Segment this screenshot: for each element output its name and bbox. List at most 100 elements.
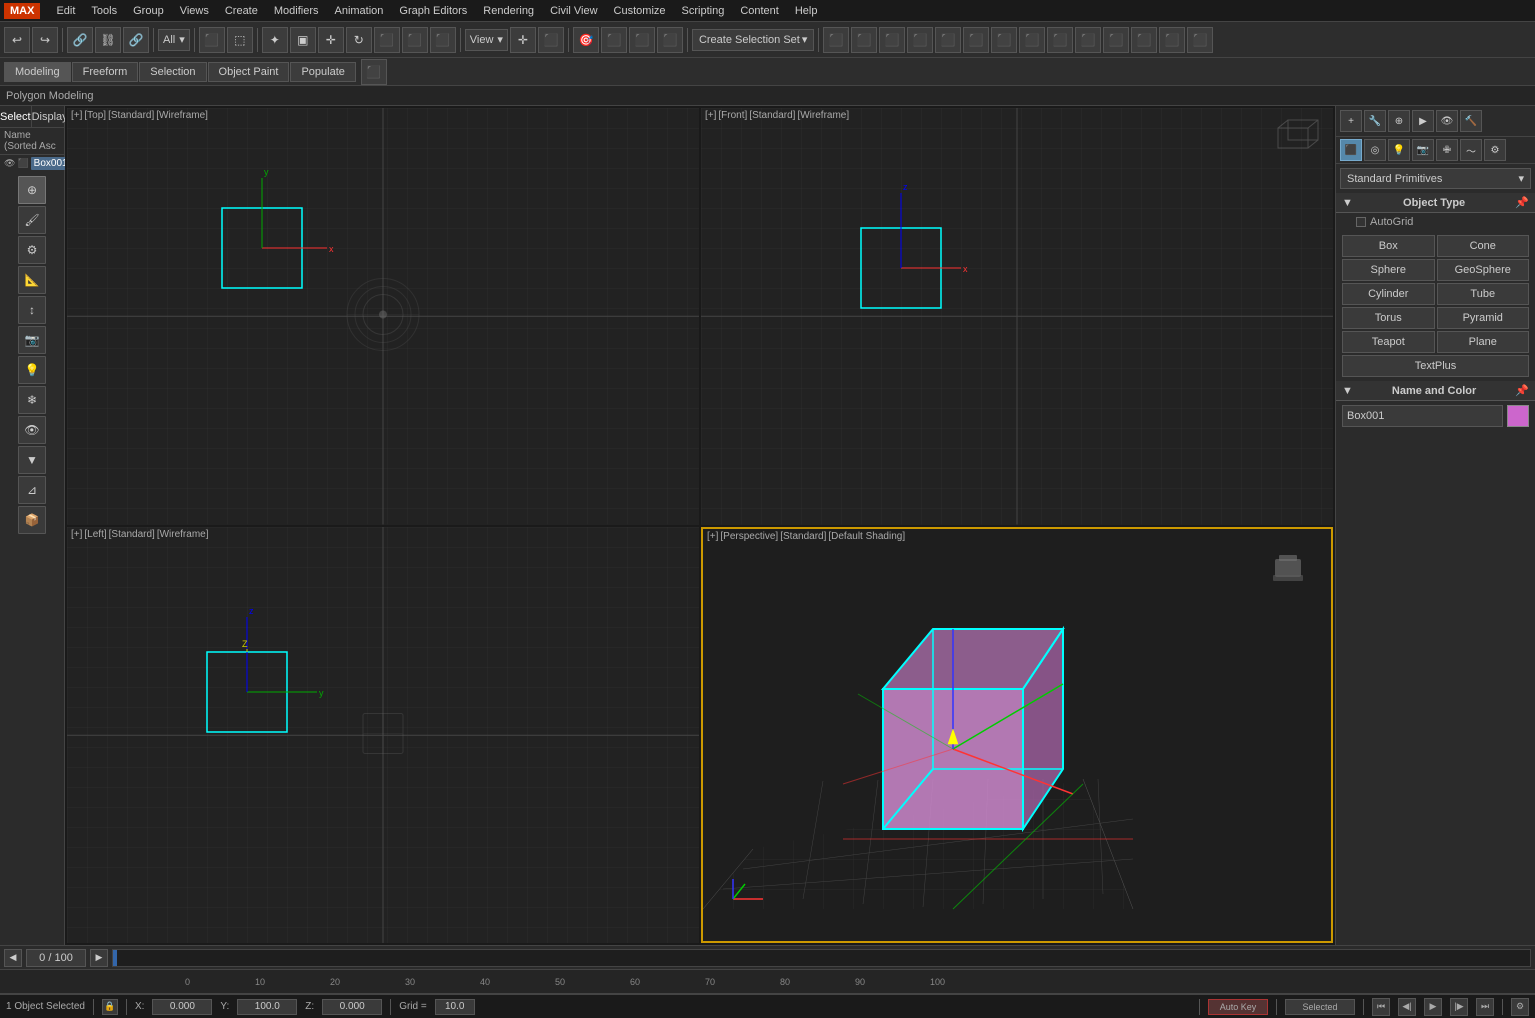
hierarchy-icon-btn[interactable]: ⊕ (1388, 110, 1410, 132)
menu-edit[interactable]: Edit (48, 3, 83, 19)
snap-button[interactable]: ✛ (510, 27, 536, 53)
systems-icon-btn[interactable]: ⚙ (1484, 139, 1506, 161)
nav-gizmo-left[interactable] (353, 703, 413, 766)
graph-btn4[interactable]: ⬛ (907, 27, 933, 53)
color-swatch[interactable] (1507, 405, 1529, 427)
camera-icon-btn[interactable]: 📷 (1412, 139, 1434, 161)
select-button[interactable]: ⬛ (199, 27, 225, 53)
graph-btn14[interactable]: ⬛ (1187, 27, 1213, 53)
menu-animation[interactable]: Animation (327, 3, 392, 19)
funnel-tool-button[interactable]: ⊿ (18, 476, 46, 504)
viewport-front[interactable]: [+] [Front] [Standard] [Wireframe] (701, 108, 1333, 525)
graph-btn1[interactable]: ⬛ (823, 27, 849, 53)
autokey-button[interactable]: Auto Key (1208, 999, 1268, 1015)
unlink-button[interactable]: ⛓ (95, 27, 121, 53)
nav-gizmo-top[interactable] (343, 275, 423, 358)
scale-button[interactable]: ⬛ (374, 27, 400, 53)
selected-label-btn[interactable]: Selected (1285, 999, 1355, 1015)
geometry-icon-btn[interactable]: ⬛ (1340, 139, 1362, 161)
create-selection-button[interactable]: Create Selection Set ▾ (692, 29, 814, 51)
menu-modifiers[interactable]: Modifiers (266, 3, 327, 19)
graph-btn6[interactable]: ⬛ (963, 27, 989, 53)
rotate-button[interactable]: ↻ (346, 27, 372, 53)
select-obj-button[interactable]: ✦ (262, 27, 288, 53)
teapot-btn[interactable]: Teapot (1342, 331, 1435, 353)
select-region2-button[interactable]: ▣ (290, 27, 316, 53)
helper-icon-btn[interactable]: ✙ (1436, 139, 1458, 161)
graph-btn5[interactable]: ⬛ (935, 27, 961, 53)
shape-icon-btn[interactable]: ◎ (1364, 139, 1386, 161)
tube-btn[interactable]: Tube (1437, 283, 1530, 305)
filter-tool-button[interactable]: ▼ (18, 446, 46, 474)
front-plus-icon[interactable]: [+] (705, 110, 716, 121)
align-button[interactable]: ⬛ (629, 27, 655, 53)
name-color-header[interactable]: ▼ Name and Color 📌 (1336, 381, 1535, 401)
lock-button[interactable]: 🔒 (102, 999, 118, 1015)
cylinder-btn[interactable]: Cylinder (1342, 283, 1435, 305)
prev-frame-btn[interactable]: ◀ (4, 949, 22, 967)
menu-scripting[interactable]: Scripting (674, 3, 733, 19)
torus-btn[interactable]: Torus (1342, 307, 1435, 329)
menu-help[interactable]: Help (787, 3, 826, 19)
modify-icon-btn[interactable]: 🔧 (1364, 110, 1386, 132)
menu-rendering[interactable]: Rendering (475, 3, 542, 19)
graph-btn12[interactable]: ⬛ (1131, 27, 1157, 53)
create-icon-btn[interactable]: + (1340, 110, 1362, 132)
tab-object-paint[interactable]: Object Paint (208, 62, 290, 82)
measure-tool-button[interactable]: 📐 (18, 266, 46, 294)
filter-dropdown[interactable]: All ▾ (158, 29, 190, 51)
grid-input[interactable] (435, 999, 475, 1015)
left-wire-label[interactable]: [Wireframe] (157, 529, 209, 540)
prev-key-btn[interactable]: ◀| (1398, 998, 1416, 1016)
autogrid-checkbox-label[interactable]: AutoGrid (1356, 216, 1413, 228)
coord-button[interactable]: 🎯 (573, 27, 599, 53)
mirror-button[interactable]: ⬛ (601, 27, 627, 53)
tab-selection[interactable]: Selection (139, 62, 206, 82)
viewport-left[interactable]: [+] [Left] [Standard] [Wireframe] (67, 527, 699, 944)
tab-populate[interactable]: Populate (290, 62, 355, 82)
motion-icon-btn[interactable]: ▶ (1412, 110, 1434, 132)
front-wire-label[interactable]: [Wireframe] (797, 110, 849, 121)
box-tool-button[interactable]: 📦 (18, 506, 46, 534)
menu-create[interactable]: Create (217, 3, 266, 19)
graph-btn8[interactable]: ⬛ (1019, 27, 1045, 53)
menu-group[interactable]: Group (125, 3, 172, 19)
paint-tool-button[interactable]: 🖌 (18, 206, 46, 234)
object-row[interactable]: 👁 ⬛ Box001 (0, 155, 64, 172)
front-standard-label[interactable]: [Standard] (749, 110, 795, 121)
bind-button[interactable]: 🔗 (123, 27, 149, 53)
geosphere-btn[interactable]: GeoSphere (1437, 259, 1530, 281)
persp-shading-label[interactable]: [Default Shading] (828, 531, 905, 542)
tab-freeform[interactable]: Freeform (72, 62, 139, 82)
left-view-label[interactable]: [Left] (84, 529, 106, 540)
move-button[interactable]: ✛ (318, 27, 344, 53)
frame-input[interactable] (26, 949, 86, 967)
menu-customize[interactable]: Customize (606, 3, 674, 19)
cone-btn[interactable]: Cone (1437, 235, 1530, 257)
graph-btn13[interactable]: ⬛ (1159, 27, 1185, 53)
light-tool-button[interactable]: 💡 (18, 356, 46, 384)
play-btn[interactable]: ▶ (1424, 998, 1442, 1016)
left-plus-icon[interactable]: [+] (71, 529, 82, 540)
app-logo[interactable]: MAX (4, 3, 40, 19)
select-link-button[interactable]: 🔗 (67, 27, 93, 53)
top-standard-label[interactable]: [Standard] (108, 110, 154, 121)
sphere-btn[interactable]: Sphere (1342, 259, 1435, 281)
timeline-track[interactable] (112, 949, 1531, 967)
viewport-perspective[interactable]: [+] [Perspective] [Standard] [Default Sh… (701, 527, 1333, 944)
select-tab[interactable]: Select (0, 106, 32, 127)
persp-plus-icon[interactable]: [+] (707, 531, 718, 542)
menu-graph-editors[interactable]: Graph Editors (391, 3, 475, 19)
y-input[interactable] (237, 999, 297, 1015)
x-input[interactable] (152, 999, 212, 1015)
spacewarp-icon-btn[interactable]: 〜 (1460, 139, 1482, 161)
pyramid-btn[interactable]: Pyramid (1437, 307, 1530, 329)
tab-modeling[interactable]: Modeling (4, 62, 71, 82)
persp-standard-label[interactable]: [Standard] (780, 531, 826, 542)
view-dropdown[interactable]: View ▾ (465, 29, 508, 51)
z-input[interactable] (322, 999, 382, 1015)
top-view-label[interactable]: [Top] (84, 110, 106, 121)
display-icon-btn[interactable]: 👁 (1436, 110, 1458, 132)
time-config-btn[interactable]: ⚙ (1511, 998, 1529, 1016)
select-tool-button[interactable]: ⊕ (18, 176, 46, 204)
